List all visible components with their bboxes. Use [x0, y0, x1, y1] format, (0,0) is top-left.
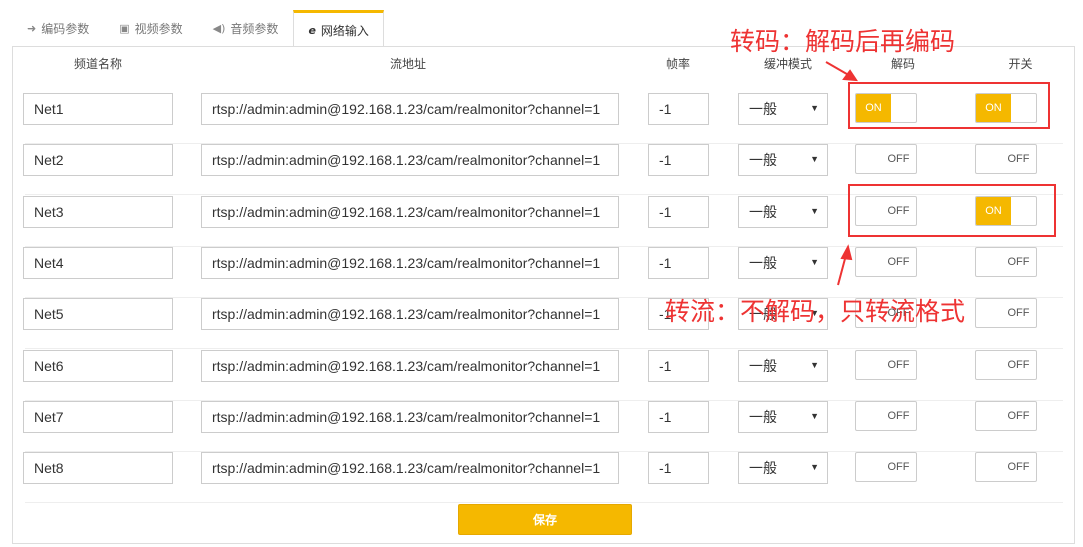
page: ➜ 编码参数 ▣ 视频参数 ◀) 音频参数 e 网络输入 频道名称 流地址 帧率 缓冲模式 解…	[0, 0, 1083, 547]
annotation-arrows	[825, 61, 858, 286]
arrow-transflow	[837, 254, 847, 286]
arrow-transflow-head	[840, 244, 853, 261]
